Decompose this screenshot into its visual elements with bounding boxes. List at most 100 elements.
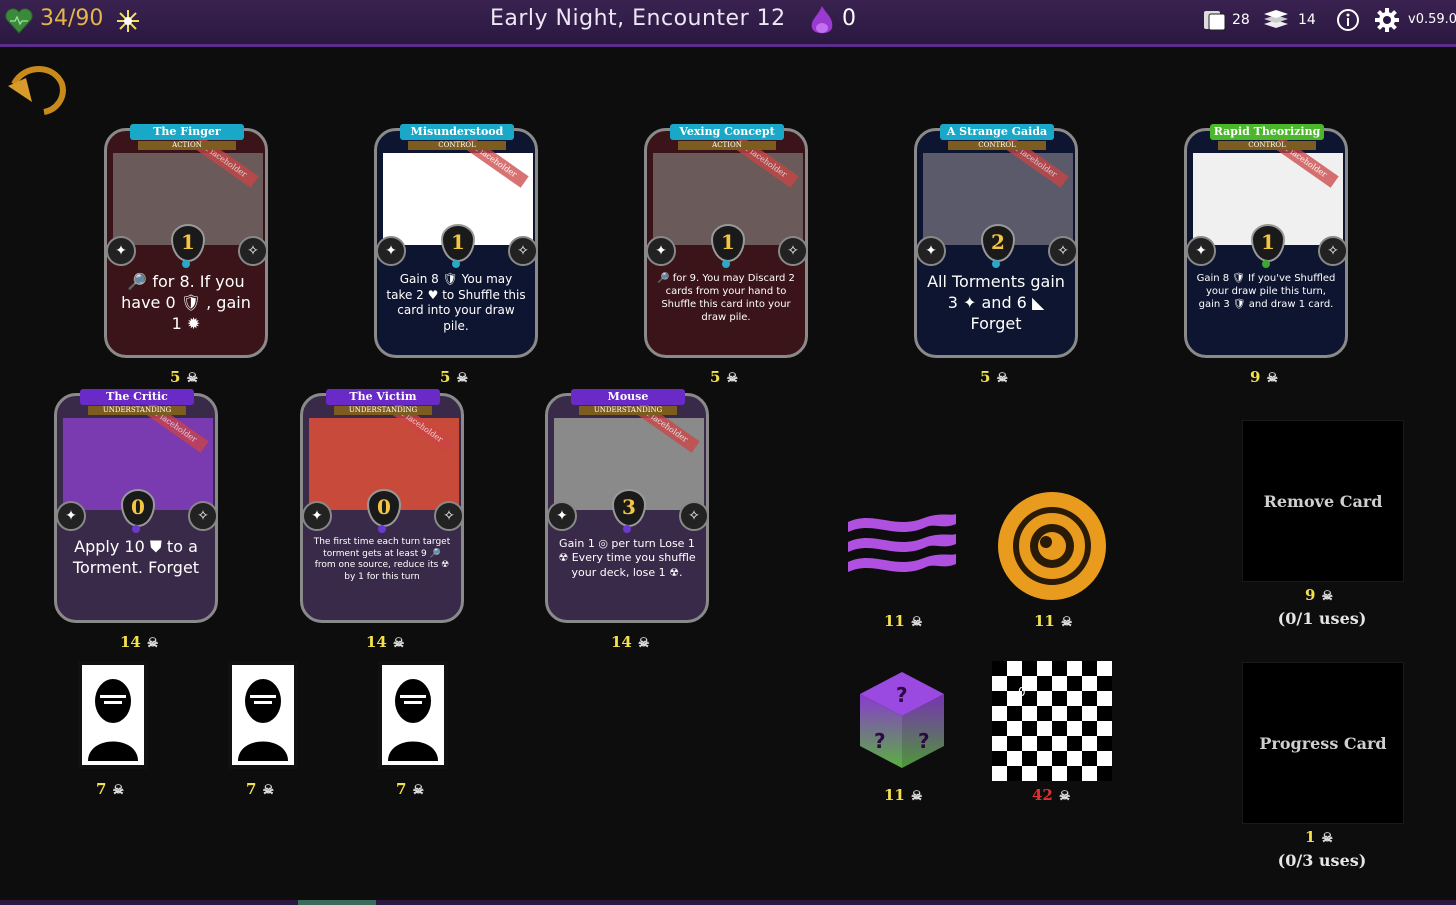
card-title: The Finger (130, 124, 244, 140)
portrait-price-1: 7 ☠ (96, 780, 125, 798)
card-text: Gain 8 🛡 If you've Shuffled your draw pi… (1196, 273, 1336, 310)
card-left-icon: ✦ (56, 501, 86, 531)
card-type: UNDERSTANDING (334, 406, 432, 415)
card-text: Gain 1 ◎ per turn Lose 1 ☢ Every time yo… (558, 537, 696, 579)
card-right-icon: ✧ (508, 236, 538, 266)
card-right-icon: ✧ (188, 501, 218, 531)
checkerboard-icon[interactable]: 0 (992, 661, 1112, 781)
currency-skull-icon: ☠ (910, 789, 923, 804)
card-stack-icon[interactable] (1262, 8, 1290, 32)
currency-skull-icon: ☠ (910, 615, 923, 630)
settings-gear-icon[interactable] (1374, 7, 1400, 33)
currency-skull-icon: ☠ (112, 783, 125, 798)
currency-skull-icon: ☠ (146, 636, 159, 651)
card-text: 🔎 for 9. You may Discard 2 cards from yo… (657, 273, 795, 323)
card-title: Vexing Concept (670, 124, 784, 140)
shop-card-6[interactable]: Placeholder The Critic UNDERSTANDING ✦ ✧ 0 App… (54, 389, 220, 625)
card-left-icon: ✦ (916, 236, 946, 266)
card-left-icon: ✦ (646, 236, 676, 266)
card-price-2: 5 ☠ (440, 368, 469, 386)
currency-skull-icon: ☠ (726, 371, 739, 386)
card-type: ACTION (138, 141, 236, 150)
portrait-card-1[interactable] (78, 661, 148, 769)
card-gem-icon (182, 260, 190, 268)
card-gem-icon (623, 525, 631, 533)
card-gem-icon (132, 525, 140, 533)
card-title: The Victim (326, 389, 440, 405)
card-left-icon: ✦ (106, 236, 136, 266)
card-gem-icon (1262, 260, 1270, 268)
bottom-bar (0, 900, 1456, 905)
encounter-title: Early Night, Encounter 12 (490, 6, 786, 31)
card-title: Rapid Theorizing (1210, 124, 1324, 140)
currency-skull-icon: ☠ (637, 636, 650, 651)
card-type: UNDERSTANDING (88, 406, 186, 415)
card-price-3: 5 ☠ (710, 368, 739, 386)
deck-count: 28 (1232, 12, 1250, 28)
card-type: ACTION (678, 141, 776, 150)
card-text: Gain 8 🛡 You may take 2 ♥ to Shuffle thi… (386, 272, 526, 333)
back-arrow-icon[interactable] (4, 54, 68, 118)
card-left-icon: ✦ (376, 236, 406, 266)
card-title: Mouse (571, 389, 685, 405)
card-price-8: 14 ☠ (611, 633, 650, 651)
progress-card-price: 1 ☠ (1305, 828, 1334, 846)
shop-card-5[interactable]: Placeholder Rapid Theorizing CONTROL ✦ ✧ 1 Gai… (1184, 124, 1350, 360)
orange-eye-icon[interactable] (996, 490, 1108, 602)
currency-skull-icon: ☠ (456, 371, 469, 386)
card-price-1: 5 ☠ (170, 368, 199, 386)
card-right-icon: ✧ (238, 236, 268, 266)
mystery-dice-icon[interactable]: ? ? ? (856, 668, 948, 772)
currency-skull-icon: ☠ (1321, 831, 1334, 846)
purple-waves-icon[interactable] (844, 508, 960, 588)
relic-price-1: 11 ☠ (884, 612, 923, 630)
currency-skull-icon: ☠ (1266, 371, 1279, 386)
progress-card-uses: (0/3 uses) (1277, 851, 1367, 870)
svg-text:?: ? (896, 683, 908, 707)
remove-card-uses: (0/1 uses) (1277, 609, 1367, 628)
bottom-indicator (298, 900, 376, 905)
card-text: The first time each turn target torment … (313, 537, 451, 583)
flame-orb-icon (808, 4, 836, 38)
portrait-card-3[interactable] (378, 661, 448, 769)
card-right-icon: ✧ (1048, 236, 1078, 266)
card-price-7: 14 ☠ (366, 633, 405, 651)
card-title: Misunderstood (400, 124, 514, 140)
card-right-icon: ✧ (778, 236, 808, 266)
sparkle-icon[interactable] (116, 9, 140, 33)
currency-skull-icon: ☠ (262, 783, 275, 798)
card-text: 🔎 for 8. If you have 0 🛡 , gain 1 ✹ (121, 272, 251, 333)
currency-skull-icon: ☠ (1060, 615, 1073, 630)
card-left-icon: ✦ (302, 501, 332, 531)
shop-card-3[interactable]: Placeholder Vexing Concept ACTION ✦ ✧ 1 🔎 for … (644, 124, 810, 360)
deck-icon[interactable] (1202, 8, 1228, 32)
currency-skull-icon: ☠ (412, 783, 425, 798)
portrait-card-2[interactable] (228, 661, 298, 769)
portrait-price-3: 7 ☠ (396, 780, 425, 798)
card-right-icon: ✧ (1318, 236, 1348, 266)
card-gem-icon (722, 260, 730, 268)
card-title: A Strange Gaida (940, 124, 1054, 140)
remove-card-button[interactable]: Remove Card (1242, 420, 1404, 582)
shop-card-1[interactable]: Placeholder The Finger ACTION ✦ ✧ 1 🔎 for 8. I… (104, 124, 270, 360)
currency-skull-icon: ☠ (186, 371, 199, 386)
card-left-icon: ✦ (547, 501, 577, 531)
shop-card-8[interactable]: Placeholder Mouse UNDERSTANDING ✦ ✧ 3 Gain 1 ◎… (545, 389, 711, 625)
card-price-5: 9 ☠ (1250, 368, 1279, 386)
shop-card-2[interactable]: Placeholder Misunderstood CONTROL ✦ ✧ 1 Gain 8… (374, 124, 540, 360)
silhouette-icon (388, 679, 438, 761)
svg-text:?: ? (874, 729, 886, 753)
shop-card-4[interactable]: Placeholder A Strange Gaida CONTROL ✦ ✧ 2 All … (914, 124, 1080, 360)
currency-skull-icon: ☠ (996, 371, 1009, 386)
progress-card-button[interactable]: Progress Card (1242, 662, 1404, 824)
shop-card-7[interactable]: Placeholder The Victim UNDERSTANDING ✦ ✧ 0 The… (300, 389, 466, 625)
portrait-price-2: 7 ☠ (246, 780, 275, 798)
info-icon[interactable] (1336, 8, 1360, 32)
relic-price-2: 11 ☠ (1034, 612, 1073, 630)
cards-count: 14 (1298, 12, 1316, 28)
hp-text: 34/90 (40, 6, 104, 31)
currency-skull-icon: ☠ (1321, 589, 1334, 604)
remove-card-price: 9 ☠ (1305, 586, 1334, 604)
card-text: Apply 10 ⛊ to a Torment. Forget (72, 537, 200, 577)
orb-count: 0 (842, 6, 856, 31)
